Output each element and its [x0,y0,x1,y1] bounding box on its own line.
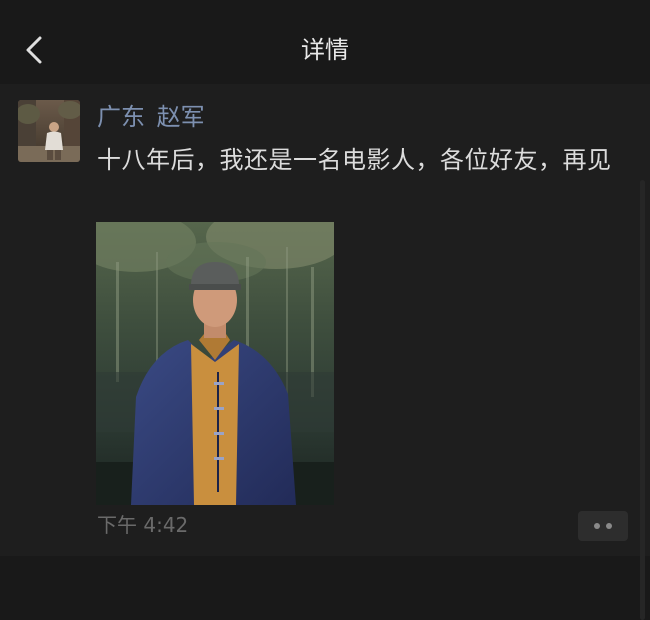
page-title: 详情 [301,36,349,64]
post-photo[interactable] [96,222,334,505]
moment-post: 广东 赵军 十八年后，我还是一名电影人，各位好友，再见 下午 4:42 [0,84,650,620]
avatar[interactable] [18,100,80,162]
more-dots-icon [594,523,600,529]
nav-header: 详情 [0,0,650,84]
more-button[interactable] [578,511,628,541]
post-timestamp: 下午 4:42 [97,513,189,537]
post-text: 十八年后，我还是一名电影人，各位好友，再见 [97,146,612,174]
scrollbar[interactable] [640,180,645,620]
username-link[interactable]: 广东 赵军 [97,100,205,134]
more-dots-icon-dot [606,523,612,529]
